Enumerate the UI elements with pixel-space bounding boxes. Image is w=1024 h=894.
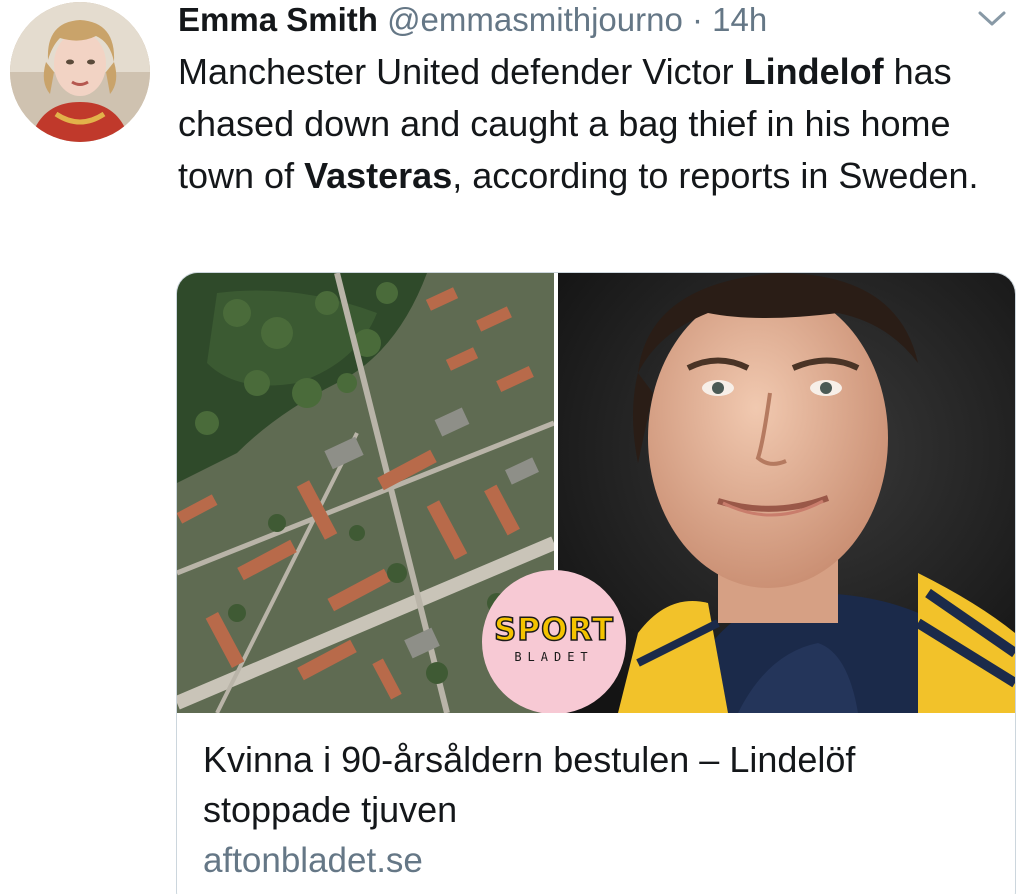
tweet[interactable]: Emma Smith @emmasmithjourno · 14h Manche… bbox=[0, 0, 1024, 894]
avatar[interactable] bbox=[10, 2, 150, 142]
tweet-text: Manchester United defender Victor Lindel… bbox=[178, 46, 998, 202]
logo-sport-text: SPORT bbox=[493, 611, 615, 649]
logo-bladet-text: BLADET bbox=[514, 650, 594, 664]
chevron-down-icon[interactable] bbox=[972, 8, 1012, 30]
tweet-text-bold-segment: Lindelof bbox=[743, 51, 884, 92]
player-portrait-image bbox=[558, 273, 1015, 713]
card-domain[interactable]: aftonbladet.se bbox=[203, 841, 993, 881]
author-name[interactable]: Emma Smith bbox=[178, 1, 378, 38]
header-separator: · bbox=[692, 1, 703, 38]
tweet-timestamp[interactable]: 14h bbox=[712, 1, 767, 38]
tweet-text-segment: Manchester United defender Victor bbox=[178, 51, 744, 92]
link-card[interactable]: SPORT BLADET Kvinna i 90-årsåldern bestu… bbox=[176, 272, 1016, 894]
tweet-text-bold-segment: Vasteras bbox=[304, 155, 453, 196]
card-title[interactable]: Kvinna i 90-årsåldern bestulen – Lindelö… bbox=[203, 735, 993, 835]
tweet-header: Emma Smith @emmasmithjourno · 14h bbox=[178, 0, 767, 40]
tweet-text-segment: , according to reports in Sweden. bbox=[452, 155, 979, 196]
card-body[interactable]: Kvinna i 90-årsåldern bestulen – Lindelö… bbox=[203, 735, 993, 881]
author-handle[interactable]: @emmasmithjourno bbox=[387, 1, 683, 38]
sportbladet-logo: SPORT BLADET bbox=[482, 570, 626, 713]
card-image[interactable]: SPORT BLADET bbox=[177, 273, 1015, 713]
